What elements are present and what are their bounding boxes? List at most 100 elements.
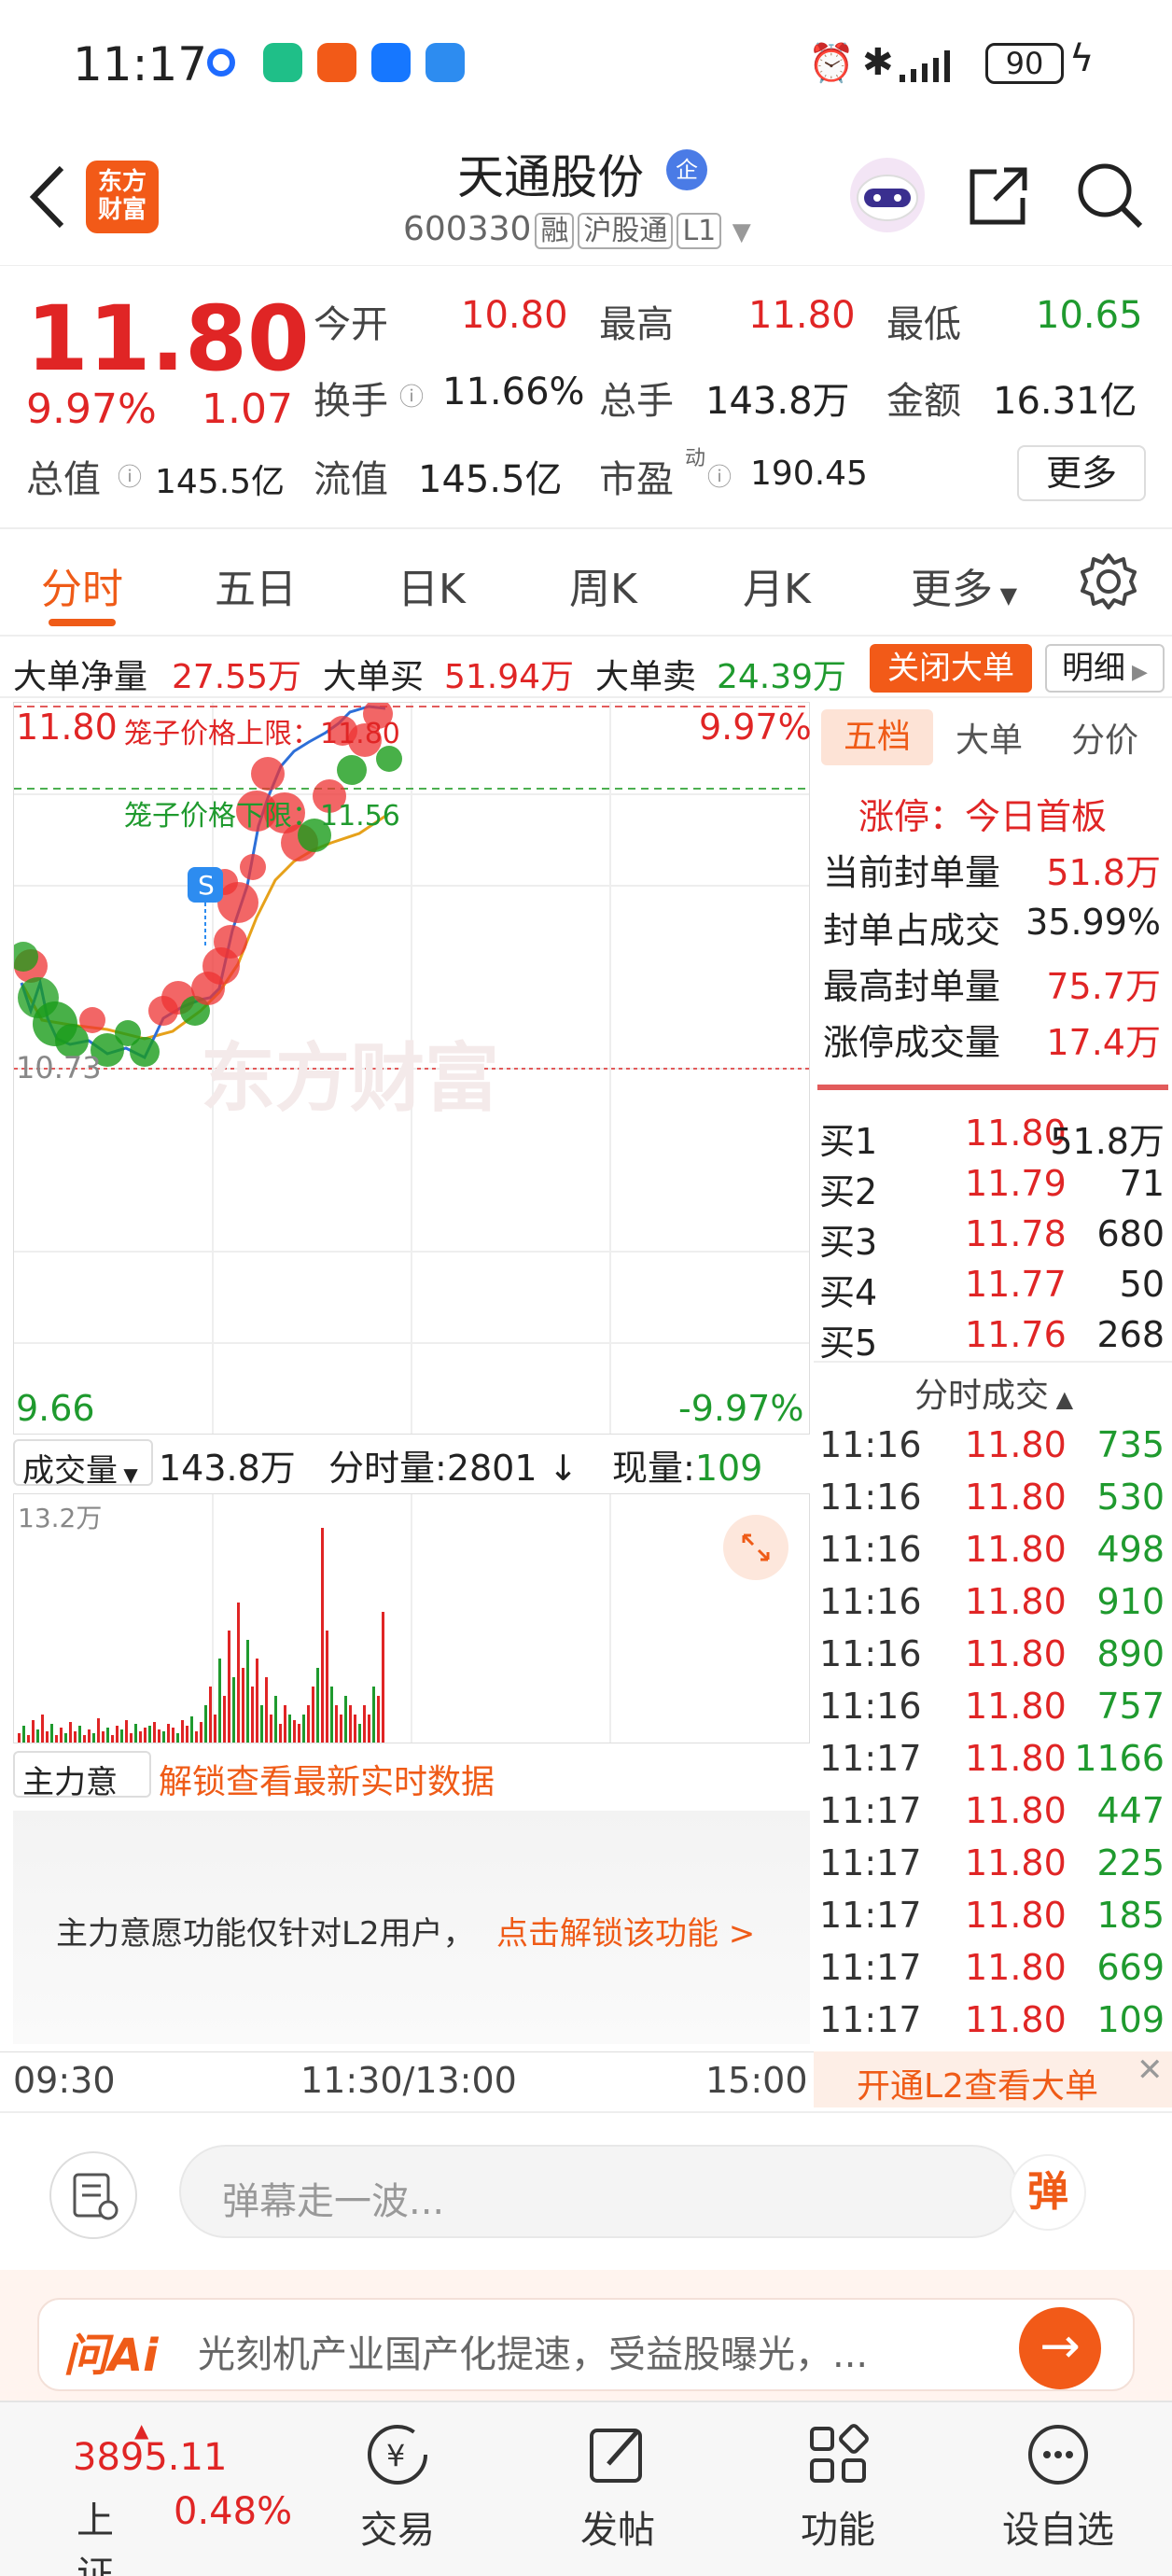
open-label: 今开 (314, 303, 388, 346)
trade-row: 11:17 11.80 109 (819, 1999, 1165, 2040)
pe-dynamic-mark: 动 (685, 447, 706, 470)
period-volume-label: 分时量:2801 ↓ (328, 1448, 579, 1489)
current-volume-label: 现量:109 (612, 1448, 763, 1489)
volume-bar (36, 1729, 39, 1743)
tab-daily-k[interactable]: 日K (398, 555, 466, 615)
volume-bar (64, 1733, 67, 1743)
info-icon[interactable]: ⓘ (118, 458, 142, 493)
stock-code-line[interactable]: 600330 融沪股通 L1 ▼ (403, 207, 751, 249)
app-notify-icon (263, 43, 302, 82)
clock: 11:17 (73, 37, 208, 91)
trades-title[interactable]: 分时成交 ▲ (914, 1368, 1073, 1417)
tab-five-day[interactable]: 五日 (215, 555, 297, 615)
trade-row: 11:16 11.80 910 (819, 1581, 1165, 1622)
volume-bar (288, 1715, 291, 1743)
volume-bar (228, 1631, 230, 1743)
ai-logo: 问Ai (63, 2330, 159, 2382)
tab-weekly-k[interactable]: 周K (569, 555, 637, 615)
app-notify-icon (207, 49, 235, 77)
share-icon[interactable] (965, 162, 1032, 230)
tab-monthly-k[interactable]: 月K (743, 555, 811, 615)
volume-bar (111, 1735, 114, 1743)
volume-bar (232, 1677, 235, 1743)
ai-news-card[interactable]: 问Ai 光刻机产业国产化提速，受益股曝光，... → (37, 2298, 1135, 2391)
bid-row[interactable]: 买5 11.76 268 (819, 1314, 1168, 1365)
volume-bar (83, 1735, 86, 1743)
volume-bar (50, 1724, 53, 1743)
trade-row: 11:17 11.80 225 (819, 1842, 1165, 1883)
sell-value: 24.39万 (717, 658, 847, 696)
volume-label: 总手 (599, 380, 674, 423)
mktcap-label: 总值 (26, 458, 101, 501)
open-value: 10.80 (461, 294, 568, 337)
info-icon[interactable]: ⓘ (707, 458, 732, 493)
back-icon[interactable] (26, 164, 67, 230)
nav-post[interactable]: 发帖 (524, 2417, 711, 2554)
high-value: 11.80 (748, 294, 856, 337)
volume-bar (218, 1659, 221, 1743)
arrow-right-icon[interactable]: → (1019, 2307, 1101, 2389)
current-price: 11.80 (26, 287, 310, 391)
close-icon[interactable]: ✕ (1137, 2051, 1164, 2089)
amount-label: 金额 (886, 380, 961, 423)
weather-icon (426, 43, 465, 82)
nav-add-watchlist[interactable]: 设自选 (965, 2417, 1151, 2554)
alarm-icon: ⏰ (808, 42, 855, 85)
tab-five-level[interactable]: 五档 (821, 709, 933, 765)
dropdown-icon: ▼ (732, 218, 751, 246)
volume-bars (18, 1528, 384, 1743)
up-arrow-icon: ▲ (134, 2419, 149, 2442)
close-big-order-button[interactable]: 关闭大单 (870, 644, 1032, 693)
volume-bar (97, 1718, 100, 1743)
intraday-chart[interactable]: 东方财富 S 11.80 笼子价格上限：11.80 笼子价格下限：11.56 9… (13, 702, 812, 1435)
volume-bar (55, 1735, 58, 1743)
bid-row[interactable]: 买2 11.79 71 (819, 1163, 1168, 1213)
stock-code: 600330 (403, 210, 532, 248)
app-logo[interactable]: 东方 财富 (86, 161, 159, 233)
chart-top-pct: 9.97% (699, 707, 812, 748)
danmu-toggle-button[interactable]: 弹 (1010, 2154, 1086, 2231)
nav-functions[interactable]: 功能 (745, 2417, 931, 2554)
tab-more[interactable]: 更多 ▼ (911, 555, 1017, 615)
volume-bar (41, 1715, 44, 1743)
index-value: 3895.11 (73, 2436, 228, 2479)
chart-top-price: 11.80 (16, 707, 118, 748)
volume-bar (144, 1728, 146, 1743)
more-button[interactable]: 更多 (1017, 445, 1146, 501)
detail-button[interactable]: 明细 ▶ (1045, 644, 1165, 693)
main-force-section: 主力意愿 ▼ 解锁查看最新实时数据 (13, 1745, 810, 1847)
open-l2-banner[interactable]: 开通L2查看大单 ✕ (814, 2051, 1172, 2107)
info-icon[interactable]: ⓘ (399, 378, 424, 413)
limit-up-title: 涨停：今日首板 (858, 796, 1108, 837)
volume-bar (195, 1731, 198, 1743)
volume-bar (116, 1726, 119, 1743)
unlock-realtime-link[interactable]: 解锁查看最新实时数据 (159, 1755, 495, 1803)
net-value: 27.55万 (172, 658, 302, 696)
l2-lock-box: 主力意愿功能仅针对L2用户， 点击解锁该功能 > (13, 1811, 810, 2044)
volume-bar (293, 1720, 296, 1743)
danmu-input[interactable]: 弹幕走一波... (179, 2145, 1019, 2238)
bid-row[interactable]: 买4 11.77 50 (819, 1264, 1168, 1314)
volume-chart[interactable]: 13.2万 (13, 1493, 810, 1743)
volume-bar (22, 1726, 25, 1743)
tab-intraday[interactable]: 分时 (41, 555, 123, 615)
message-icon[interactable] (49, 2150, 138, 2240)
robot-assistant-icon[interactable] (845, 153, 929, 237)
nav-trade[interactable]: ¥ 交易 (304, 2417, 491, 2554)
svg-text:S: S (198, 870, 215, 901)
volume-bar (237, 1603, 240, 1743)
volume-value: 143.8万 (705, 380, 850, 423)
main-force-selector[interactable]: 主力意愿 ▼ (13, 1751, 151, 1847)
stock-name: 天通股份 (457, 150, 644, 204)
tab-price-dist[interactable]: 分价 (1071, 713, 1138, 762)
unlock-feature-link[interactable]: 点击解锁该功能 > (496, 1908, 755, 1953)
bid-row[interactable]: 买1 11.80 51.8万 (819, 1113, 1168, 1163)
tab-big-order[interactable]: 大单 (956, 713, 1023, 762)
search-icon[interactable] (1073, 159, 1148, 233)
expand-icon[interactable] (721, 1513, 790, 1582)
time-end: 15:00 (705, 2060, 808, 2101)
volume-selector[interactable]: 成交量 ▼ (13, 1439, 153, 1490)
buy-label: 大单买 (323, 658, 425, 696)
settings-icon[interactable] (1079, 552, 1138, 611)
bid-row[interactable]: 买3 11.78 680 (819, 1213, 1168, 1264)
